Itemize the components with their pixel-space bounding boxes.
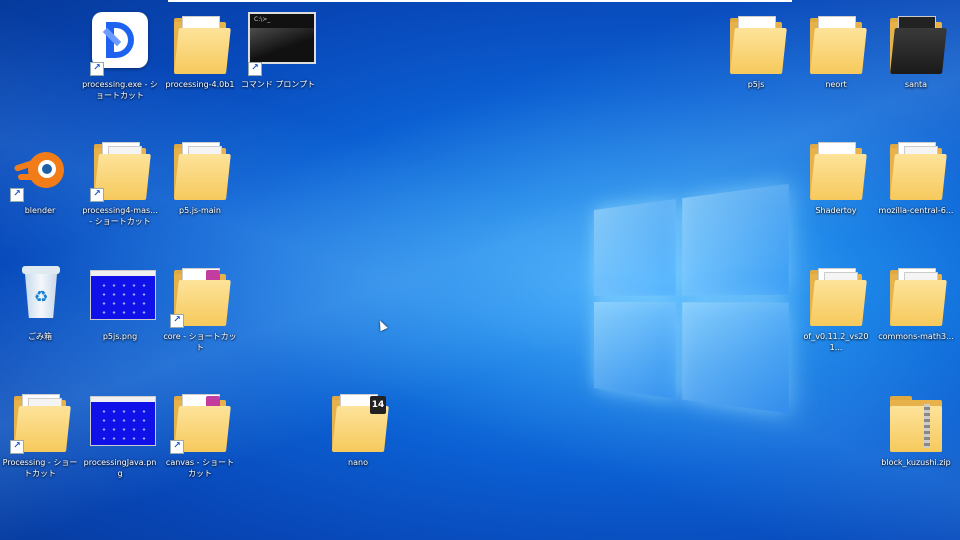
desktop-icon-processingjava-png[interactable]: processingJava.png	[80, 384, 160, 479]
recycle-bin-icon: ♻	[22, 266, 60, 320]
desktop-icon-p5js-main[interactable]: p5.js-main	[160, 132, 240, 216]
folder-icon: ↗	[168, 264, 232, 328]
shortcut-arrow-icon: ↗	[10, 440, 24, 454]
folder-icon	[884, 264, 948, 328]
icon-label: of_v0.11.2_vs201...	[803, 332, 869, 352]
mouse-cursor-icon	[376, 318, 388, 332]
desktop-icon-processing-4-0b1[interactable]: processing-4.0b1	[160, 6, 240, 90]
folder-icon	[804, 138, 868, 202]
icon-label: commons-math3...	[878, 332, 954, 341]
image-icon	[90, 270, 156, 320]
desktop-icon-p5js-folder[interactable]: p5js	[716, 6, 796, 90]
image-icon	[90, 396, 156, 446]
folder-icon	[168, 138, 232, 202]
desktop-icon-of-v0-11-2[interactable]: of_v0.11.2_vs201...	[796, 258, 876, 353]
folder-icon	[884, 12, 948, 76]
shortcut-arrow-icon: ↗	[248, 62, 262, 76]
desktop-icon-nano[interactable]: 14 nano	[318, 384, 398, 468]
desktop-icon-commons-math3[interactable]: commons-math3...	[876, 258, 956, 342]
icon-label: Shadertoy	[815, 206, 857, 215]
desktop-icon-processing-exe[interactable]: ↗ processing.exe - ショートカット	[80, 6, 160, 101]
folder-icon: ↗	[8, 390, 72, 454]
icon-label: processingJava.png	[83, 458, 157, 478]
folder-icon: ↗	[168, 390, 232, 454]
icon-label: blender	[24, 206, 56, 215]
desktop-icon-p5js-png[interactable]: p5js.png	[80, 258, 160, 342]
icon-label: block_kuzushi.zip	[881, 458, 951, 467]
folder-icon: ↗	[88, 138, 152, 202]
icon-label: コマンド プロンプト	[240, 80, 316, 89]
desktop-icon-blender[interactable]: ↗ blender	[0, 132, 80, 216]
zip-folder-icon	[884, 390, 948, 454]
terminal-icon: C:\>_	[248, 12, 316, 64]
icon-label: processing4-mas... - ショートカット	[82, 206, 158, 226]
shortcut-arrow-icon: ↗	[90, 188, 104, 202]
icon-label: p5js	[747, 80, 765, 89]
icon-label: neort	[825, 80, 847, 89]
icon-label: p5js.png	[102, 332, 138, 341]
folder-icon	[168, 12, 232, 76]
top-highlight-bar	[168, 0, 792, 2]
folder-icon: 14	[326, 390, 390, 454]
desktop-icon-canvas-shortcut[interactable]: ↗ canvas - ショートカット	[160, 384, 240, 479]
desktop-icon-shadertoy[interactable]: Shadertoy	[796, 132, 876, 216]
shortcut-arrow-icon: ↗	[170, 440, 184, 454]
folder-icon	[724, 12, 788, 76]
icon-label: p5.js-main	[179, 206, 221, 215]
desktop-icon-processing4-master[interactable]: ↗ processing4-mas... - ショートカット	[80, 132, 160, 227]
folder-icon	[884, 138, 948, 202]
desktop-icon-neort[interactable]: neort	[796, 6, 876, 90]
folder-icon	[804, 12, 868, 76]
icon-label: nano	[348, 458, 368, 467]
icon-label: core - ショートカット	[163, 332, 237, 352]
icon-label: processing.exe - ショートカット	[82, 80, 158, 100]
desktop-icon-core-shortcut[interactable]: ↗ core - ショートカット	[160, 258, 240, 353]
icon-label: processing-4.0b1	[165, 80, 235, 89]
icon-label: santa	[904, 80, 928, 89]
icon-label: Processing - ショートカット	[2, 458, 78, 478]
desktop-icon-santa[interactable]: santa	[876, 6, 956, 90]
desktop-icon-mozilla-central[interactable]: mozilla-central-6...	[876, 132, 956, 216]
folder-icon	[804, 264, 868, 328]
shortcut-arrow-icon: ↗	[10, 188, 24, 202]
desktop-icon-processing-shortcut[interactable]: ↗ Processing - ショートカット	[0, 384, 80, 479]
processing-app-icon	[92, 12, 148, 68]
desktop-icon-command-prompt[interactable]: C:\>_ ↗ コマンド プロンプト	[238, 6, 318, 90]
desktop-icon-recycle-bin[interactable]: ♻ ごみ箱	[0, 258, 80, 342]
blender-icon	[13, 142, 70, 192]
version-badge: 14	[370, 396, 386, 414]
icon-label: ごみ箱	[28, 332, 52, 341]
desktop-icon-block-kuzushi-zip[interactable]: block_kuzushi.zip	[876, 384, 956, 468]
shortcut-arrow-icon: ↗	[90, 62, 104, 76]
windows-logo	[594, 183, 789, 416]
shortcut-arrow-icon: ↗	[170, 314, 184, 328]
icon-label: canvas - ショートカット	[165, 458, 235, 478]
icon-label: mozilla-central-6...	[878, 206, 954, 215]
